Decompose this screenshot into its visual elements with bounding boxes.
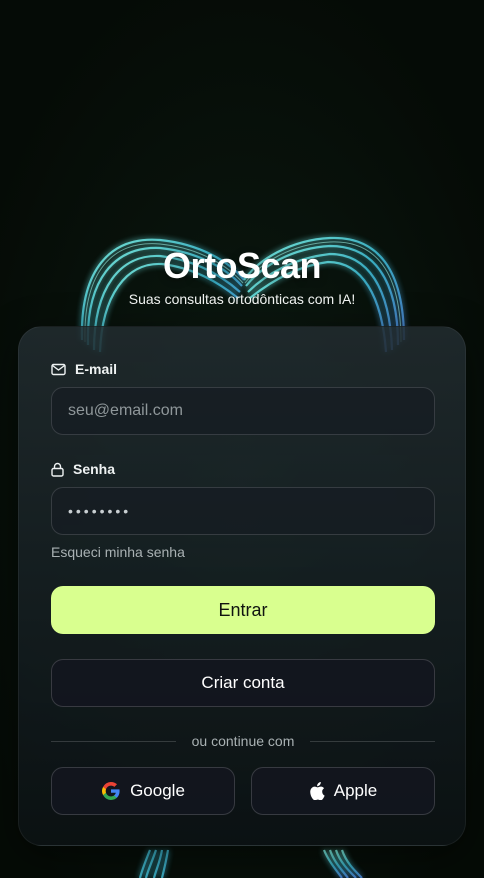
create-account-button[interactable]: Criar conta xyxy=(51,659,435,707)
app-subtitle: Suas consultas ortodônticas com IA! xyxy=(128,291,356,307)
forgot-password-link[interactable]: Esqueci minha senha xyxy=(51,544,185,560)
divider-text: ou continue com xyxy=(191,733,295,749)
google-login-button[interactable]: Google xyxy=(51,767,235,815)
divider-line-right xyxy=(310,740,436,742)
social-divider: ou continue com xyxy=(51,731,436,751)
email-label-text: E-mail xyxy=(75,361,118,377)
password-label-text: Senha xyxy=(73,461,116,477)
brand-header: OrtoScan Suas consultas ortodônticas com… xyxy=(0,245,484,308)
divider-line-left xyxy=(51,740,176,742)
email-field[interactable] xyxy=(51,387,435,435)
google-icon xyxy=(102,782,120,800)
apple-login-button[interactable]: Apple xyxy=(251,767,435,815)
mail-icon xyxy=(51,363,66,375)
google-label: Google xyxy=(130,781,185,800)
apple-icon xyxy=(309,782,325,800)
password-label: Senha xyxy=(51,459,115,479)
app-title: OrtoScan xyxy=(162,245,322,286)
lock-icon xyxy=(51,462,64,477)
login-card: E-mail Senha Esqueci minha senha Entrar … xyxy=(18,326,466,846)
email-label: E-mail xyxy=(51,359,117,379)
apple-label: Apple xyxy=(333,781,378,800)
login-button[interactable]: Entrar xyxy=(51,586,435,634)
password-field[interactable] xyxy=(51,487,435,535)
